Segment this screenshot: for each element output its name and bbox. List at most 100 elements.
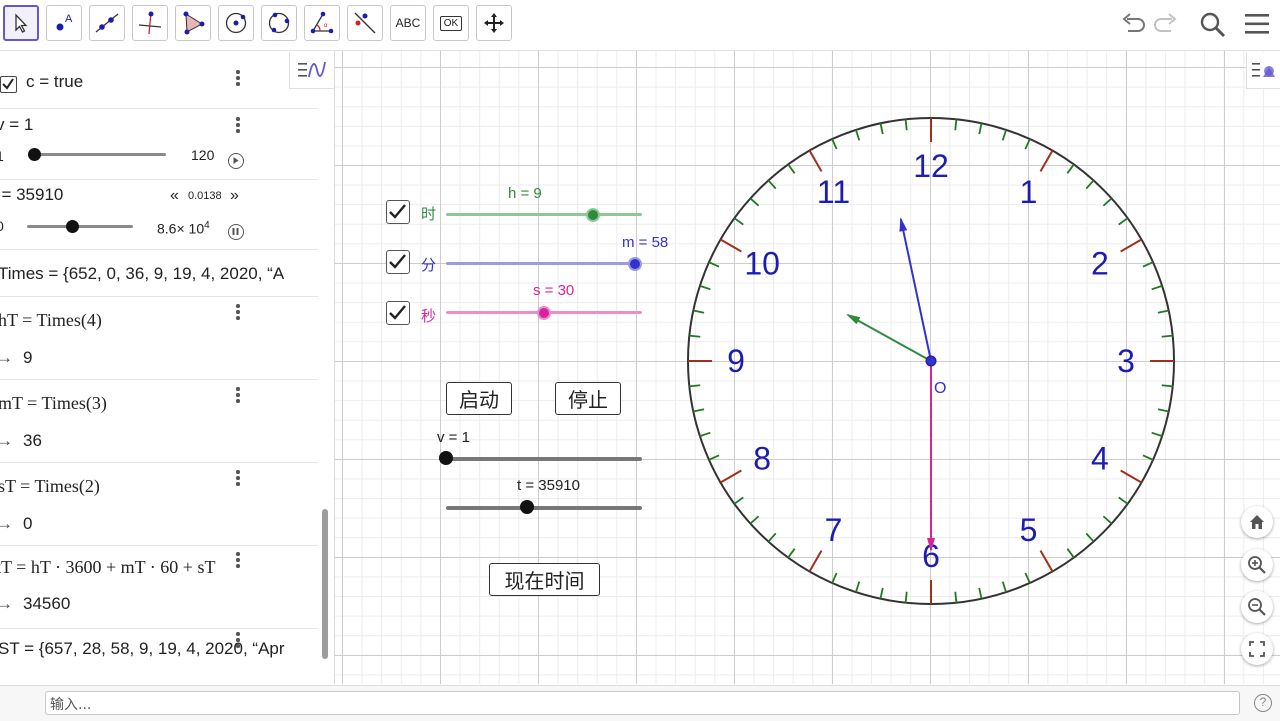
reflect-icon xyxy=(354,12,376,34)
clock-tick xyxy=(1024,138,1031,150)
v-play-button[interactable] xyxy=(228,153,244,169)
algebra-style-toggle[interactable] xyxy=(289,52,334,89)
ST-menu-icon[interactable] xyxy=(236,632,240,650)
circle-3pts-tool-button[interactable] xyxy=(261,5,297,41)
search-icon xyxy=(1200,12,1226,38)
home-view-button[interactable] xyxy=(1241,506,1273,538)
circle-tool-button[interactable] xyxy=(218,5,254,41)
c-menu-icon[interactable] xyxy=(236,70,240,88)
home-icon xyxy=(1250,515,1264,529)
graphics-view[interactable]: 时 h = 9 分 m = 58 秒 s = 30 启动 停止 v = 1 t … xyxy=(335,51,1280,684)
t-pause-button[interactable] xyxy=(228,224,244,240)
sT-definition: sT = Times(2) xyxy=(0,476,100,496)
button-tool-label: OK xyxy=(439,15,463,31)
clock-tick xyxy=(749,515,760,525)
move-view-tool-button[interactable] xyxy=(476,5,512,41)
clock-tick xyxy=(708,261,720,268)
point-icon: A xyxy=(56,13,73,31)
clock-tick xyxy=(1039,550,1054,572)
clock-number: 12 xyxy=(913,148,949,184)
graphics-style-toggle[interactable] xyxy=(1246,52,1280,89)
algebra-scrollbar[interactable] xyxy=(322,509,328,659)
clock-tick xyxy=(904,119,908,131)
polygon-icon xyxy=(183,11,205,35)
line-tool-button[interactable] xyxy=(89,5,125,41)
zoom-in-button[interactable] xyxy=(1241,549,1273,581)
clock-tick xyxy=(787,163,796,174)
av-row-times[interactable]: Times = {652, 0, 36, 9, 19, 4, 2020, “A xyxy=(0,250,318,297)
clock-tick xyxy=(1085,179,1095,190)
clock-tick xyxy=(954,591,958,603)
c-checkbox[interactable] xyxy=(0,76,17,93)
v-av-slider-knob[interactable] xyxy=(28,148,41,161)
clock-tick xyxy=(831,138,838,150)
v-menu-icon[interactable] xyxy=(236,117,240,135)
clock-tick xyxy=(978,123,983,135)
svg-text:A: A xyxy=(65,13,73,25)
main-menu-button[interactable] xyxy=(1243,10,1271,43)
command-input[interactable]: 输入... xyxy=(45,691,1240,715)
search-button[interactable] xyxy=(1198,10,1228,45)
angle-tool-button[interactable]: α xyxy=(304,5,340,41)
av-row-c[interactable]: c = true xyxy=(0,51,318,109)
clock-number: 10 xyxy=(744,246,780,282)
hT-menu-icon[interactable] xyxy=(236,304,240,322)
redo-button[interactable] xyxy=(1153,10,1181,43)
v-av-slider-track[interactable] xyxy=(30,153,166,156)
perpendicular-tool-button[interactable] xyxy=(132,5,168,41)
sT-menu-icon[interactable] xyxy=(236,470,240,488)
undo-icon xyxy=(1122,13,1145,32)
undo-button[interactable] xyxy=(1118,10,1146,43)
clock-number: 7 xyxy=(825,512,843,548)
av-row-tT[interactable]: tT = hT · 3600 + mT · 60 + sT →34560 xyxy=(0,546,318,629)
clock-tick xyxy=(733,217,744,226)
av-row-hT[interactable]: hT = Times(4) →9 xyxy=(0,297,318,380)
button-tool-button[interactable]: OK xyxy=(433,5,469,41)
mT-menu-icon[interactable] xyxy=(236,387,240,405)
fullscreen-button[interactable] xyxy=(1241,633,1273,665)
t-faster-icon[interactable]: » xyxy=(230,187,239,205)
text-tool-label: ABC xyxy=(395,16,421,30)
av-row-t[interactable]: t = 35910 « 0.0138 » 0 8.6× 104 xyxy=(0,180,318,250)
t-av-slider-knob[interactable] xyxy=(66,220,79,233)
c-definition: c = true xyxy=(26,72,84,91)
circle-center-icon xyxy=(225,12,247,34)
clock-tick xyxy=(1102,197,1113,207)
line-icon xyxy=(95,13,119,33)
text-tool-button[interactable]: ABC xyxy=(390,5,426,41)
clock-tick xyxy=(808,550,823,572)
zoom-out-icon xyxy=(1248,598,1266,616)
help-icon[interactable]: ? xyxy=(1254,694,1272,712)
input-bar: 输入... ? xyxy=(0,685,1280,721)
point-tool-button[interactable]: A xyxy=(46,5,82,41)
clock-tick xyxy=(1142,261,1154,268)
av-row-sT[interactable]: sT = Times(2) →0 xyxy=(0,463,318,546)
style-bar-icon xyxy=(1252,63,1275,77)
zoom-out-button[interactable] xyxy=(1241,591,1273,623)
clock-tick xyxy=(978,587,983,599)
tT-definition: tT = hT · 3600 + mT · 60 + sT xyxy=(0,557,216,577)
av-row-ST[interactable]: ST = {657, 28, 58, 9, 19, 4, 2020, “Apr xyxy=(0,629,318,669)
clock-number: 4 xyxy=(1091,441,1109,477)
clock-tick xyxy=(1085,532,1095,543)
t-slower-icon[interactable]: « xyxy=(170,187,179,205)
t-min-label: 0 xyxy=(0,218,4,234)
reflect-tool-button[interactable] xyxy=(347,5,383,41)
clock-tick xyxy=(1151,285,1163,291)
clock-tick xyxy=(720,238,742,253)
svg-text:α: α xyxy=(324,23,328,29)
tT-menu-icon[interactable] xyxy=(236,552,240,570)
polygon-tool-button[interactable] xyxy=(175,5,211,41)
av-row-mT[interactable]: mT = Times(3) →36 xyxy=(0,380,318,463)
tT-value: 34560 xyxy=(23,594,71,613)
circle-3pts-icon xyxy=(268,12,290,34)
clock-tick xyxy=(1120,469,1142,484)
t-speed-label: 0.0138 xyxy=(188,190,222,202)
av-row-v[interactable]: v = 1 1 120 xyxy=(0,109,318,180)
clock-tick xyxy=(787,548,796,559)
clock-tick xyxy=(1151,431,1163,437)
t-av-slider-track[interactable] xyxy=(27,225,133,228)
perpendicular-icon xyxy=(138,11,162,35)
clock-tick xyxy=(879,587,884,599)
move-tool-button[interactable] xyxy=(3,5,39,41)
